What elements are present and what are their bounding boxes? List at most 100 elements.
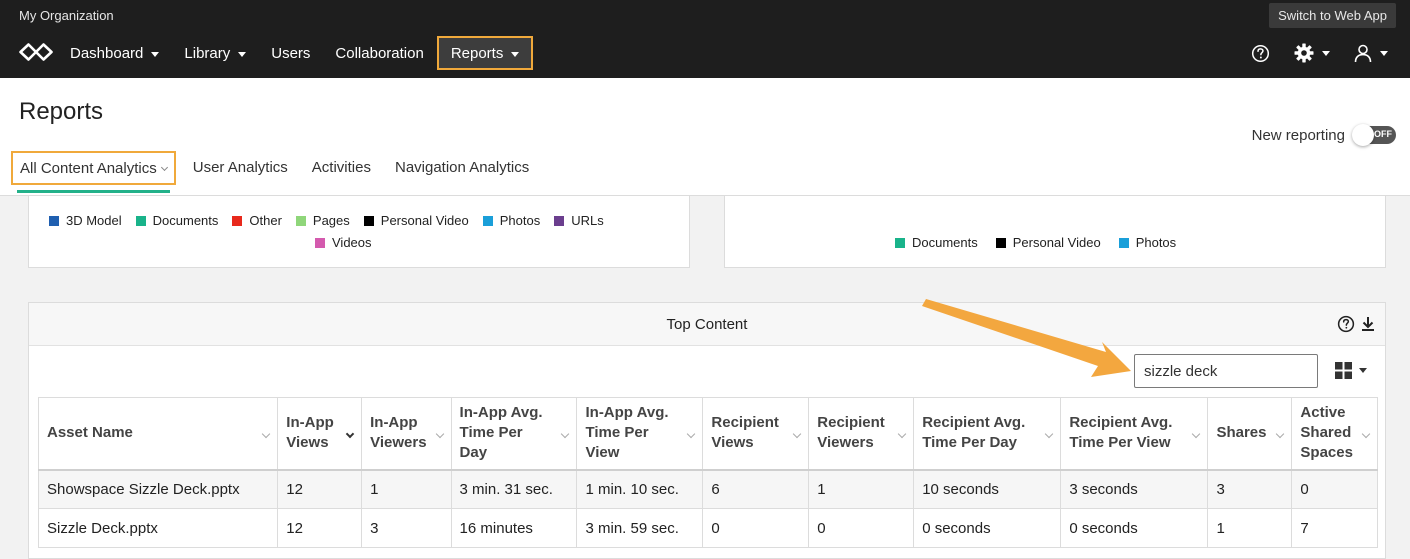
column-header-label: Asset Name: [47, 424, 133, 442]
nav-dashboard[interactable]: Dashboard: [58, 36, 171, 70]
sort-chevron-icon: [435, 429, 444, 439]
sort-chevron-icon: [1276, 429, 1285, 439]
legend-item[interactable]: 3D Model: [49, 213, 122, 228]
view-mode-dropdown[interactable]: [1335, 362, 1367, 379]
switch-to-web-app-button[interactable]: Switch to Web App: [1269, 3, 1396, 28]
chevron-down-icon: [511, 51, 520, 57]
content-search-input[interactable]: [1134, 354, 1318, 388]
nav-users-label: Users: [271, 44, 311, 62]
table-row[interactable]: Sizzle Deck.pptx 12 3 16 minutes 3 min. …: [37, 508, 1378, 548]
report-tabs: All Content Analytics User Analytics Act…: [11, 151, 541, 195]
column-header-recipient-avg-time-per-view[interactable]: Recipient Avg. Time Per View: [1060, 397, 1209, 470]
column-header-asset-name[interactable]: Asset Name: [37, 397, 279, 470]
legend-label: 3D Model: [66, 213, 122, 228]
sort-chevron-icon: [262, 429, 271, 439]
chevron-down-icon: [238, 51, 247, 57]
new-reporting-toggle[interactable]: OFF: [1352, 124, 1396, 146]
legend-item[interactable]: Photos: [1118, 235, 1176, 250]
legend-item[interactable]: Documents: [895, 235, 978, 250]
tab-label: Navigation Analytics: [394, 159, 530, 176]
infinity-logo-icon[interactable]: [19, 42, 53, 62]
sort-chevron-icon: [1192, 429, 1201, 439]
table-cell: 0: [1291, 468, 1378, 509]
main-nav: Dashboard Library Users Collaboration Re…: [58, 36, 534, 70]
tab-user-analytics[interactable]: User Analytics: [181, 151, 300, 191]
column-header-recipient-views[interactable]: Recipient Views: [702, 397, 810, 470]
column-header-in-app-avg-time-per-day[interactable]: In-App Avg. Time Per Day: [450, 397, 578, 470]
table-cell: 12: [277, 468, 363, 509]
tab-activities[interactable]: Activities: [300, 151, 383, 191]
legend-item[interactable]: Documents: [135, 213, 218, 228]
table-cell: 7: [1291, 508, 1378, 548]
organization-name: My Organization: [19, 8, 114, 23]
legend-label: Personal Video: [1012, 235, 1101, 250]
legend-label: Documents: [912, 235, 978, 250]
nav-users[interactable]: Users: [259, 36, 322, 70]
legend-row: 3D Model Documents Other Pages Personal …: [49, 213, 618, 228]
legend-item[interactable]: Other: [232, 213, 282, 228]
table-cell: Showspace Sizzle Deck.pptx: [37, 468, 279, 509]
table-cell: 3: [1207, 468, 1293, 509]
table-cell: 1: [361, 468, 452, 509]
table-row[interactable]: Showspace Sizzle Deck.pptx 12 1 3 min. 3…: [37, 468, 1378, 509]
legend-swatch: [315, 237, 325, 248]
column-header-active-shared-spaces[interactable]: Active Shared Spaces: [1291, 397, 1378, 470]
help-circle-icon[interactable]: [1337, 315, 1355, 333]
new-reporting-control: New reporting OFF: [1251, 124, 1396, 146]
nav-collaboration[interactable]: Collaboration: [323, 36, 435, 70]
sort-chevron-icon: [897, 429, 907, 439]
legend-swatch: [363, 215, 374, 226]
top-content-card: Top Content sizzle deck Asset Name In-Ap…: [28, 302, 1386, 559]
column-header-recipient-avg-time-per-day[interactable]: Recipient Avg. Time Per Day: [913, 397, 1062, 470]
table-cell: 0: [702, 508, 810, 548]
legend-label: Videos: [332, 235, 372, 250]
legend-item[interactable]: Personal Video: [995, 235, 1101, 250]
top-content-table: Asset Name In-App Views In-App Viewers I…: [37, 397, 1378, 548]
chevron-down-icon: [1380, 50, 1388, 56]
help-button[interactable]: [1251, 44, 1270, 63]
legend-item[interactable]: URLs: [554, 213, 604, 228]
column-header-label: In-App Viewers: [370, 414, 427, 452]
user-menu[interactable]: [1354, 44, 1388, 63]
table-cell: 10 seconds: [913, 468, 1062, 509]
sort-chevron-icon: [345, 429, 355, 439]
download-icon[interactable]: [1361, 316, 1375, 332]
column-header-in-app-avg-time-per-view[interactable]: In-App Avg. Time Per View: [576, 397, 704, 470]
user-icon: [1354, 44, 1372, 62]
column-header-shares[interactable]: Shares: [1207, 397, 1293, 470]
table-cell: 0 seconds: [913, 508, 1062, 548]
legend-item[interactable]: Videos: [315, 235, 372, 250]
sort-chevron-icon: [687, 429, 696, 439]
sort-chevron-icon: [1361, 429, 1371, 439]
tab-all-content-analytics[interactable]: All Content Analytics: [11, 151, 176, 193]
column-header-label: Active Shared Spaces: [1300, 404, 1353, 462]
legend-swatch: [232, 215, 243, 226]
settings-menu[interactable]: [1294, 43, 1330, 63]
legend-swatch: [482, 215, 493, 226]
column-header-recipient-viewers[interactable]: Recipient Viewers: [808, 397, 915, 470]
legend-swatch: [135, 215, 146, 226]
column-header-in-app-viewers[interactable]: In-App Viewers: [361, 397, 452, 470]
nav-collaboration-label: Collaboration: [335, 44, 424, 62]
grid-view-icon: [1335, 362, 1352, 379]
legend-row: Documents Personal Video Photos: [895, 235, 1190, 250]
nav-reports[interactable]: Reports: [436, 36, 534, 70]
sort-chevron-icon: [1045, 429, 1054, 439]
legend-label: Pages: [312, 213, 350, 228]
table-cell: 1: [1207, 508, 1293, 548]
legend-item[interactable]: Pages: [295, 213, 350, 228]
table-cell: 16 minutes: [450, 508, 578, 548]
legend-item[interactable]: Photos: [482, 213, 540, 228]
top-navigation-bar: My Organization Switch to Web App Dashbo…: [0, 0, 1410, 78]
legend-swatch: [895, 237, 905, 248]
tab-navigation-analytics[interactable]: Navigation Analytics: [383, 151, 541, 191]
content-type-legend-card: 3D Model Documents Other Pages Personal …: [28, 196, 690, 268]
column-header-in-app-views[interactable]: In-App Views: [277, 397, 363, 470]
legend-item[interactable]: Personal Video: [363, 213, 469, 228]
new-reporting-label: New reporting: [1251, 126, 1345, 144]
table-cell: Sizzle Deck.pptx: [37, 508, 279, 548]
nav-library[interactable]: Library: [172, 36, 258, 70]
tab-label: All Content Analytics: [20, 160, 157, 177]
sort-chevron-icon: [793, 429, 802, 439]
sort-chevron-icon: [561, 429, 570, 439]
